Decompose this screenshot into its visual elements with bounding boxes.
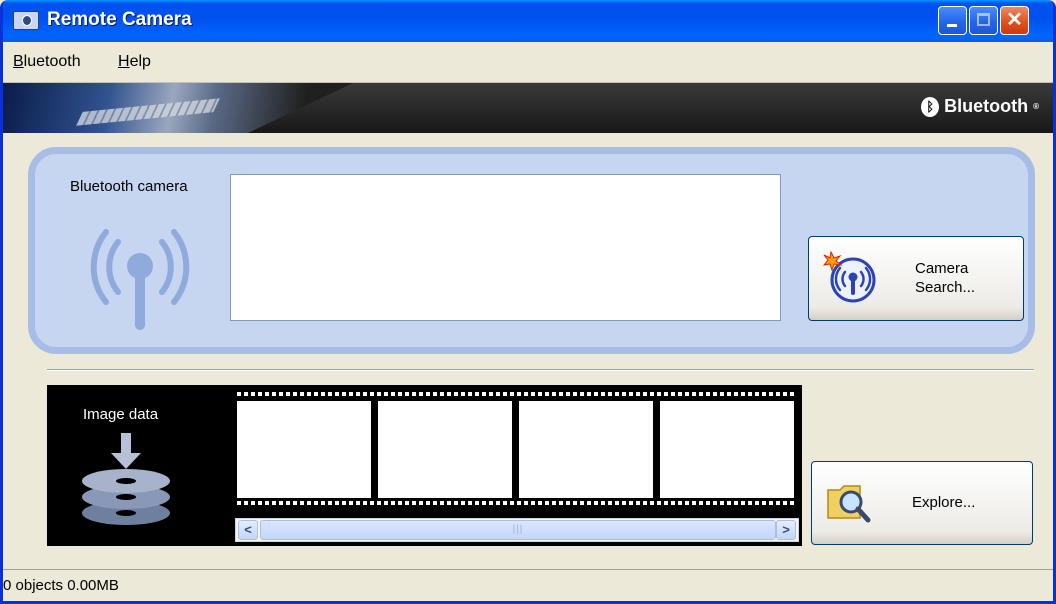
filmstrip-scrollbar[interactable]: < ||| > [235,518,799,542]
scroll-left-button[interactable]: < [238,520,258,540]
section-divider [47,369,1034,371]
film-frame[interactable] [660,401,794,498]
film-frame[interactable] [378,401,512,498]
disk-stack-download-icon [82,433,170,525]
menu-help[interactable]: Help [114,51,155,73]
minimize-button[interactable] [938,6,967,35]
camera-list[interactable] [230,174,781,321]
camera-search-button[interactable]: Camera Search... [808,236,1024,321]
scroll-thumb[interactable]: ||| [260,520,776,540]
title-bar[interactable]: Remote Camera ✕ [3,0,1053,42]
image-data-panel: Image data < ||| > [47,385,802,546]
status-text: 0 objects 0.00MB [3,577,119,594]
film-frame[interactable] [519,401,653,498]
window-title: Remote Camera [47,9,192,30]
registered-mark: ® [1033,102,1039,111]
scroll-right-button[interactable]: > [776,520,796,540]
bluetooth-logo: ᛒ Bluetooth ® [921,96,1039,117]
menu-help-mnemonic: H [118,53,130,70]
explore-label: Explore... [912,494,976,511]
bluetooth-brand-text: Bluetooth [944,96,1029,116]
menu-help-label: elp [129,53,151,70]
maximize-button[interactable] [969,6,998,35]
app-camera-icon[interactable] [13,11,39,30]
explore-button[interactable]: Explore... [811,461,1033,545]
bluetooth-rune-icon: ᛒ [921,96,940,117]
header-banner: ᛒ Bluetooth ® [3,83,1053,133]
film-frame[interactable] [237,401,371,498]
camera-search-label: Camera Search... [915,259,1005,297]
film-perforations-top [237,392,797,396]
remote-camera-window: Remote Camera ✕ Bluetooth Help ᛒ Bluetoo… [0,0,1056,604]
laptop-graphic [3,83,353,133]
folder-magnifier-icon [827,485,871,523]
bluetooth-antenna-icon [90,229,190,330]
image-data-label: Image data [83,406,159,423]
camera-label: Bluetooth camera [70,178,188,195]
menu-bluetooth-mnemonic: B [13,53,24,70]
filmstrip [235,388,799,509]
camera-search-label-line1: Camera [915,260,969,277]
menu-bluetooth-label: luetooth [23,53,81,70]
camera-search-icon [823,250,876,303]
status-bar: 0 objects 0.00MB [3,569,1053,601]
camera-search-label-line2: Search... [915,279,976,296]
close-button[interactable]: ✕ [1000,6,1029,35]
menu-bar: Bluetooth Help [3,42,1053,83]
film-perforations-bottom [237,501,797,505]
menu-bluetooth[interactable]: Bluetooth [9,51,85,73]
camera-panel: Bluetooth camera Camera Search... [28,147,1035,354]
